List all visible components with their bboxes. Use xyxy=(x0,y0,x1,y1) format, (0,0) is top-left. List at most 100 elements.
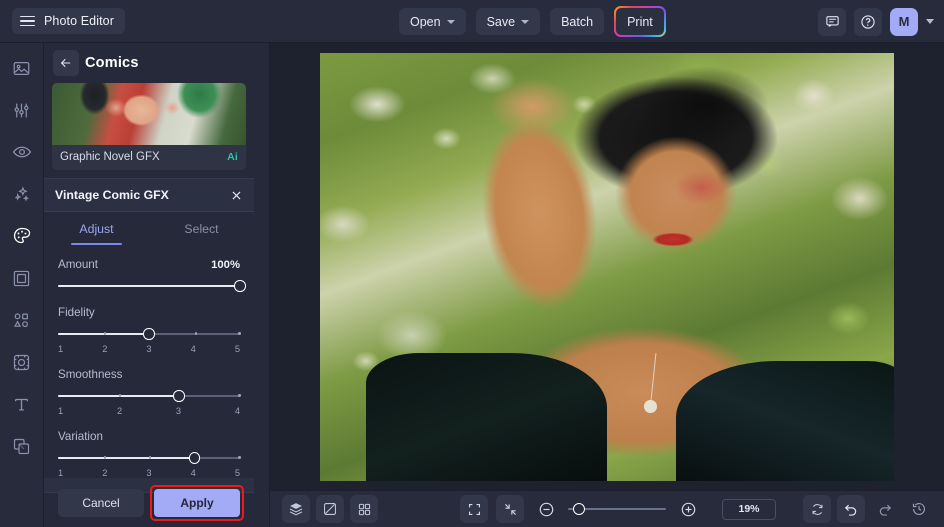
grid-view-icon xyxy=(358,503,370,515)
photo-lips xyxy=(647,230,699,248)
zoom-knob[interactable] xyxy=(572,503,585,515)
avatar[interactable]: M xyxy=(890,7,918,36)
frame-icon xyxy=(13,270,30,286)
rail-item-shapes[interactable] xyxy=(8,306,36,334)
sparkles-icon xyxy=(15,185,30,201)
save-label: Save xyxy=(486,14,516,29)
grid-view-button[interactable] xyxy=(350,495,378,523)
rail-item-image[interactable] xyxy=(8,54,36,82)
slider-tick xyxy=(103,332,106,335)
feedback-button[interactable] xyxy=(818,7,846,36)
scale-tick-label: 2 xyxy=(102,344,108,354)
adjustments-sliders-icon xyxy=(14,103,29,117)
scale-tick-label: 2 xyxy=(116,406,123,416)
photo-cheek-blush xyxy=(664,164,739,212)
bottom-left-tools xyxy=(282,495,378,523)
print-button[interactable]: Print xyxy=(616,8,664,35)
canvas-area[interactable] xyxy=(270,43,944,490)
scale-tick-label: 4 xyxy=(190,468,196,478)
rail-item-preview[interactable] xyxy=(8,138,36,166)
actual-size-button[interactable] xyxy=(496,495,524,523)
compare-button[interactable] xyxy=(316,495,344,523)
scale-tick-label: 4 xyxy=(190,344,196,354)
history-icon xyxy=(912,503,925,515)
photo-artwork xyxy=(320,53,894,481)
slider-knob[interactable] xyxy=(234,280,246,292)
fit-screen-button[interactable] xyxy=(460,495,488,523)
slider-knob[interactable] xyxy=(143,328,155,340)
layers-button[interactable] xyxy=(282,495,310,523)
close-effect-button[interactable] xyxy=(230,189,243,202)
transform-crop-icon xyxy=(13,354,30,370)
scale-tick-label: 1 xyxy=(58,468,64,478)
fit-screen-icon xyxy=(468,503,480,515)
app-header: Photo Editor Open Save Batch Print M xyxy=(0,0,944,43)
open-button[interactable]: Open xyxy=(399,8,466,35)
preset-label-row: Graphic Novel GFX Ai xyxy=(52,145,246,170)
photo-figure xyxy=(320,53,894,481)
tab-select[interactable]: Select xyxy=(149,212,254,245)
layers-overlay-icon xyxy=(13,438,30,454)
apply-button[interactable]: Apply xyxy=(154,489,240,517)
zoom-out-button[interactable] xyxy=(532,495,560,523)
rail-item-frames[interactable] xyxy=(8,264,36,292)
smoothness-slider[interactable] xyxy=(58,390,241,402)
fidelity-scale: 1 2 3 4 5 xyxy=(58,344,240,354)
app-title: Photo Editor xyxy=(44,14,114,28)
rail-item-adjust[interactable] xyxy=(8,96,36,124)
bottom-toolbar: 19% xyxy=(270,490,944,527)
slider-tick xyxy=(238,332,241,335)
header-actions: Open Save Batch Print xyxy=(399,0,666,43)
zoom-in-button[interactable] xyxy=(674,495,702,523)
history-button[interactable] xyxy=(905,495,933,523)
scale-tick-label: 3 xyxy=(175,406,182,416)
rail-item-layers[interactable] xyxy=(8,432,36,460)
redo-button[interactable] xyxy=(871,495,899,523)
control-fidelity: Fidelity 1 2 3 4 5 xyxy=(58,306,241,354)
tab-adjust[interactable]: Adjust xyxy=(44,212,149,245)
account-chevron-down-icon[interactable] xyxy=(926,19,934,24)
variation-label: Variation xyxy=(58,430,103,443)
effects-panel: Comics Graphic Novel GFX Ai Vintage Comi… xyxy=(44,43,270,527)
edited-photo[interactable] xyxy=(320,53,894,481)
text-icon xyxy=(14,398,29,411)
tool-rail xyxy=(0,43,44,527)
zoom-level-field[interactable]: 19% xyxy=(722,498,776,520)
batch-button[interactable]: Batch xyxy=(550,8,605,35)
back-button[interactable] xyxy=(53,50,79,76)
scale-tick-label: 3 xyxy=(146,344,152,354)
help-button[interactable] xyxy=(854,7,882,36)
rail-item-effects[interactable] xyxy=(8,180,36,208)
slider-knob[interactable] xyxy=(188,452,201,464)
actual-size-icon xyxy=(504,503,516,515)
redo-icon xyxy=(879,504,892,516)
chevron-down-icon xyxy=(521,20,530,24)
slider-tick xyxy=(194,332,197,335)
effect-header: Vintage Comic GFX xyxy=(44,179,254,212)
undo-button[interactable] xyxy=(837,495,865,523)
cancel-button[interactable]: Cancel xyxy=(58,489,144,517)
zoom-slider[interactable] xyxy=(568,503,666,515)
scale-tick-label: 1 xyxy=(58,344,64,354)
amount-slider[interactable] xyxy=(58,280,246,292)
amount-label: Amount xyxy=(58,258,98,271)
variation-slider[interactable] xyxy=(58,452,241,464)
slider-knob[interactable] xyxy=(173,390,185,402)
palette-icon xyxy=(13,227,30,244)
preset-card[interactable]: Graphic Novel GFX Ai xyxy=(52,83,246,170)
compare-split-icon xyxy=(324,503,336,515)
image-icon xyxy=(13,61,30,75)
control-variation: Variation 1 2 3 4 5 xyxy=(58,430,241,478)
scale-tick-label: 2 xyxy=(102,468,108,478)
rail-item-artistic-palette[interactable] xyxy=(8,222,36,250)
photo-dress-left xyxy=(365,352,607,481)
save-button[interactable]: Save xyxy=(475,8,541,35)
fidelity-slider[interactable] xyxy=(58,328,241,340)
menu-button[interactable]: Photo Editor xyxy=(12,8,125,34)
reset-button[interactable] xyxy=(803,495,831,523)
preset-thumbnail xyxy=(52,83,246,145)
smoothness-scale: 1 2 3 4 xyxy=(58,406,240,416)
rail-item-text[interactable] xyxy=(8,390,36,418)
slider-tick xyxy=(238,394,241,397)
rail-item-transform[interactable] xyxy=(8,348,36,376)
